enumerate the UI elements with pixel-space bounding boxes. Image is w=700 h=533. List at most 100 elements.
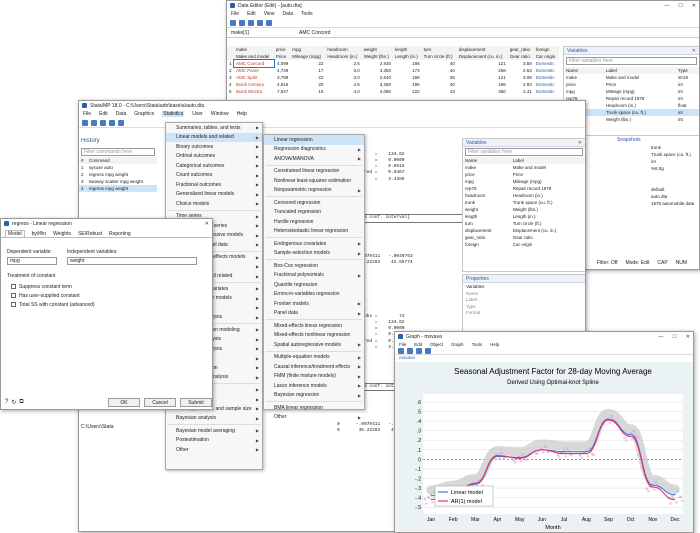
data-editor-titlebar[interactable]: Data Editor (Edit) - [auto.dta] — ☐ ✕ (227, 1, 699, 10)
log-icon[interactable] (109, 119, 115, 126)
table-cell[interactable]: AMC Pacer (234, 67, 274, 74)
stats-menu-item[interactable]: Bayesian analysis ▶ (166, 414, 262, 424)
linear-menu-item[interactable]: Mixed-effects nonlinear regression (264, 331, 364, 341)
variable-row[interactable]: price Price (463, 171, 585, 178)
copy-icon[interactable]: ⧉ (19, 399, 23, 406)
history-filter[interactable]: Filter commands here (81, 148, 155, 156)
tab-model[interactable]: Model (5, 230, 25, 237)
filter-icon[interactable] (266, 19, 272, 26)
table-cell[interactable]: 2,640 (362, 74, 393, 81)
col-weight[interactable]: weight (362, 46, 393, 53)
table-cell[interactable]: 4,816 (274, 81, 290, 88)
linear-menu-item[interactable]: Truncated regression (264, 208, 364, 218)
regress-titlebar[interactable]: regress - Linear regression ✕ (1, 219, 212, 228)
reset-icon[interactable]: ↻ (11, 399, 16, 406)
minimize-icon[interactable]: — (664, 3, 669, 9)
table-cell[interactable]: 43 (422, 88, 457, 95)
table-cell[interactable]: 186 (393, 60, 422, 67)
table-cell[interactable]: 350 (457, 88, 508, 95)
linear-menu-item[interactable]: Mixed-effects linear regression (264, 321, 364, 331)
close-icon[interactable]: ✕ (205, 221, 209, 227)
table-cell[interactable]: 3,799 (274, 74, 290, 81)
history-row[interactable]: 3 twoway scatter mpg weight (79, 178, 157, 185)
close-icon[interactable]: ✕ (692, 3, 696, 9)
maximize-icon[interactable]: ☐ (678, 3, 682, 9)
variable-row[interactable]: make Make and model str18 (564, 74, 699, 81)
browse-icon[interactable] (257, 19, 263, 26)
table-row[interactable]: 5 Buick Electra 7,827 15 4.0 4,080 222 43 350 2.4… (227, 88, 559, 95)
tab-by-if-in[interactable]: by/if/in (32, 231, 46, 237)
table-cell[interactable]: 3,350 (362, 67, 393, 74)
col-turn[interactable]: turn (422, 46, 457, 53)
linear-menu-item[interactable]: Quantile regression (264, 280, 364, 290)
stats-menu-item[interactable]: Choice models ▶ (166, 199, 262, 209)
print-icon[interactable] (416, 348, 422, 354)
table-cell[interactable]: 3.58 (508, 60, 534, 67)
row-number[interactable]: 1 (227, 60, 234, 67)
variable-row[interactable]: rep78 Repair record 1978 (463, 185, 585, 192)
stats-menu-item[interactable]: Generalized linear models ▶ (166, 190, 262, 200)
table-cell[interactable]: 258 (457, 67, 508, 74)
linear-menu-item[interactable]: Bayesian regression ▶ (264, 391, 364, 401)
col-gear-ratio[interactable]: gear_ratio (508, 46, 534, 53)
table-cell[interactable]: 222 (393, 88, 422, 95)
edit-icon[interactable] (248, 19, 254, 26)
linear-menu-item[interactable]: Lasso inference models ▶ (264, 381, 364, 391)
de-variable-filter[interactable]: Filter variables here (566, 57, 697, 65)
close-icon[interactable]: ✕ (686, 334, 690, 340)
variable-row[interactable]: mpg Mileage (mpg) int (564, 88, 699, 95)
table-cell[interactable]: AMC Concord (232, 59, 275, 68)
linear-menu-item[interactable]: Causal inference/treatment effects ▶ (264, 362, 364, 372)
cell-value-input[interactable]: AMC Concord (297, 28, 447, 37)
menu-graph[interactable]: Graph (451, 342, 464, 347)
menu-file[interactable]: File (399, 342, 406, 347)
stats-menu-item[interactable]: Categorical outcomes ▶ (166, 161, 262, 171)
linear-menu-item[interactable]: Multiple-equation models ▶ (264, 353, 364, 363)
submit-button[interactable]: Submit (180, 398, 212, 407)
col-length[interactable]: length (393, 46, 422, 53)
stats-menu-item[interactable]: Linear models and related ▶ (166, 132, 262, 142)
linear-menu-item[interactable]: Spatial autoregressive models ▶ (264, 340, 364, 350)
table-cell[interactable]: 22 (290, 74, 325, 81)
linear-menu-item[interactable]: Linear regression (264, 135, 364, 145)
menu-data[interactable]: Data (282, 11, 293, 17)
linear-menu-item[interactable]: Frontier models ▶ (264, 299, 364, 309)
linear-menu-item[interactable]: Regression diagnostics ▶ (264, 145, 364, 155)
stats-menu-item[interactable]: Other ▶ (166, 445, 262, 455)
save-icon[interactable] (407, 348, 413, 354)
row-number[interactable]: 4 (227, 81, 234, 88)
table-cell[interactable]: 2,930 (362, 60, 393, 67)
indep-var-input[interactable]: weight (67, 257, 197, 265)
linear-menu-item[interactable]: ANOVA/MANOVA ▶ (264, 154, 364, 164)
linear-menu-item[interactable]: Nonparametric regression ▶ (264, 186, 364, 196)
linear-menu-item[interactable]: Heteroskedastic linear regression (264, 227, 364, 237)
pane-close-icon[interactable]: ✕ (578, 140, 582, 146)
table-cell[interactable]: 196 (393, 81, 422, 88)
maximize-icon[interactable]: ☐ (672, 334, 676, 340)
stats-menu-item[interactable]: Summaries, tables, and tests ▶ (166, 123, 262, 133)
table-cell[interactable]: 121 (457, 74, 508, 81)
linear-menu-item[interactable]: Errors-in-variables regression (264, 290, 364, 300)
col-make[interactable]: make (234, 46, 274, 53)
variable-row[interactable]: foreign Car origin (463, 241, 585, 248)
table-cell[interactable]: 196 (457, 81, 508, 88)
table-row[interactable]: 2 AMC Pacer 4,749 17 3.0 3,350 173 40 258 2.53 Dom… (227, 67, 559, 74)
variable-row[interactable]: mpg Mileage (mpg) (463, 178, 585, 185)
stats-menu-item[interactable]: Bayesian model averaging ▶ (166, 426, 262, 436)
variable-row[interactable]: headroom Headroom (in.) (463, 192, 585, 199)
table-cell[interactable]: 2.5 (325, 60, 361, 67)
col-mpg[interactable]: mpg (290, 46, 325, 53)
linear-menu-item[interactable]: Sample-selection models ▶ (264, 249, 364, 259)
viewer-icon[interactable] (118, 119, 124, 126)
variable-row[interactable]: make Make and model (463, 164, 585, 171)
variable-filter[interactable]: Filter variables here (465, 148, 583, 156)
table-cell[interactable]: Domestic (534, 88, 559, 95)
table-cell[interactable]: 3,250 (362, 81, 393, 88)
table-cell[interactable]: 2.41 (508, 88, 534, 95)
tab-weights[interactable]: Weights (53, 231, 71, 237)
menu-help[interactable]: Help (490, 342, 499, 347)
menu-edit[interactable]: Edit (414, 342, 422, 347)
print-icon[interactable] (100, 119, 106, 126)
graph-titlebar[interactable]: Graph - movava — ☐ ✕ (395, 332, 693, 341)
stats-menu-item[interactable]: Count outcomes ▶ (166, 171, 262, 181)
